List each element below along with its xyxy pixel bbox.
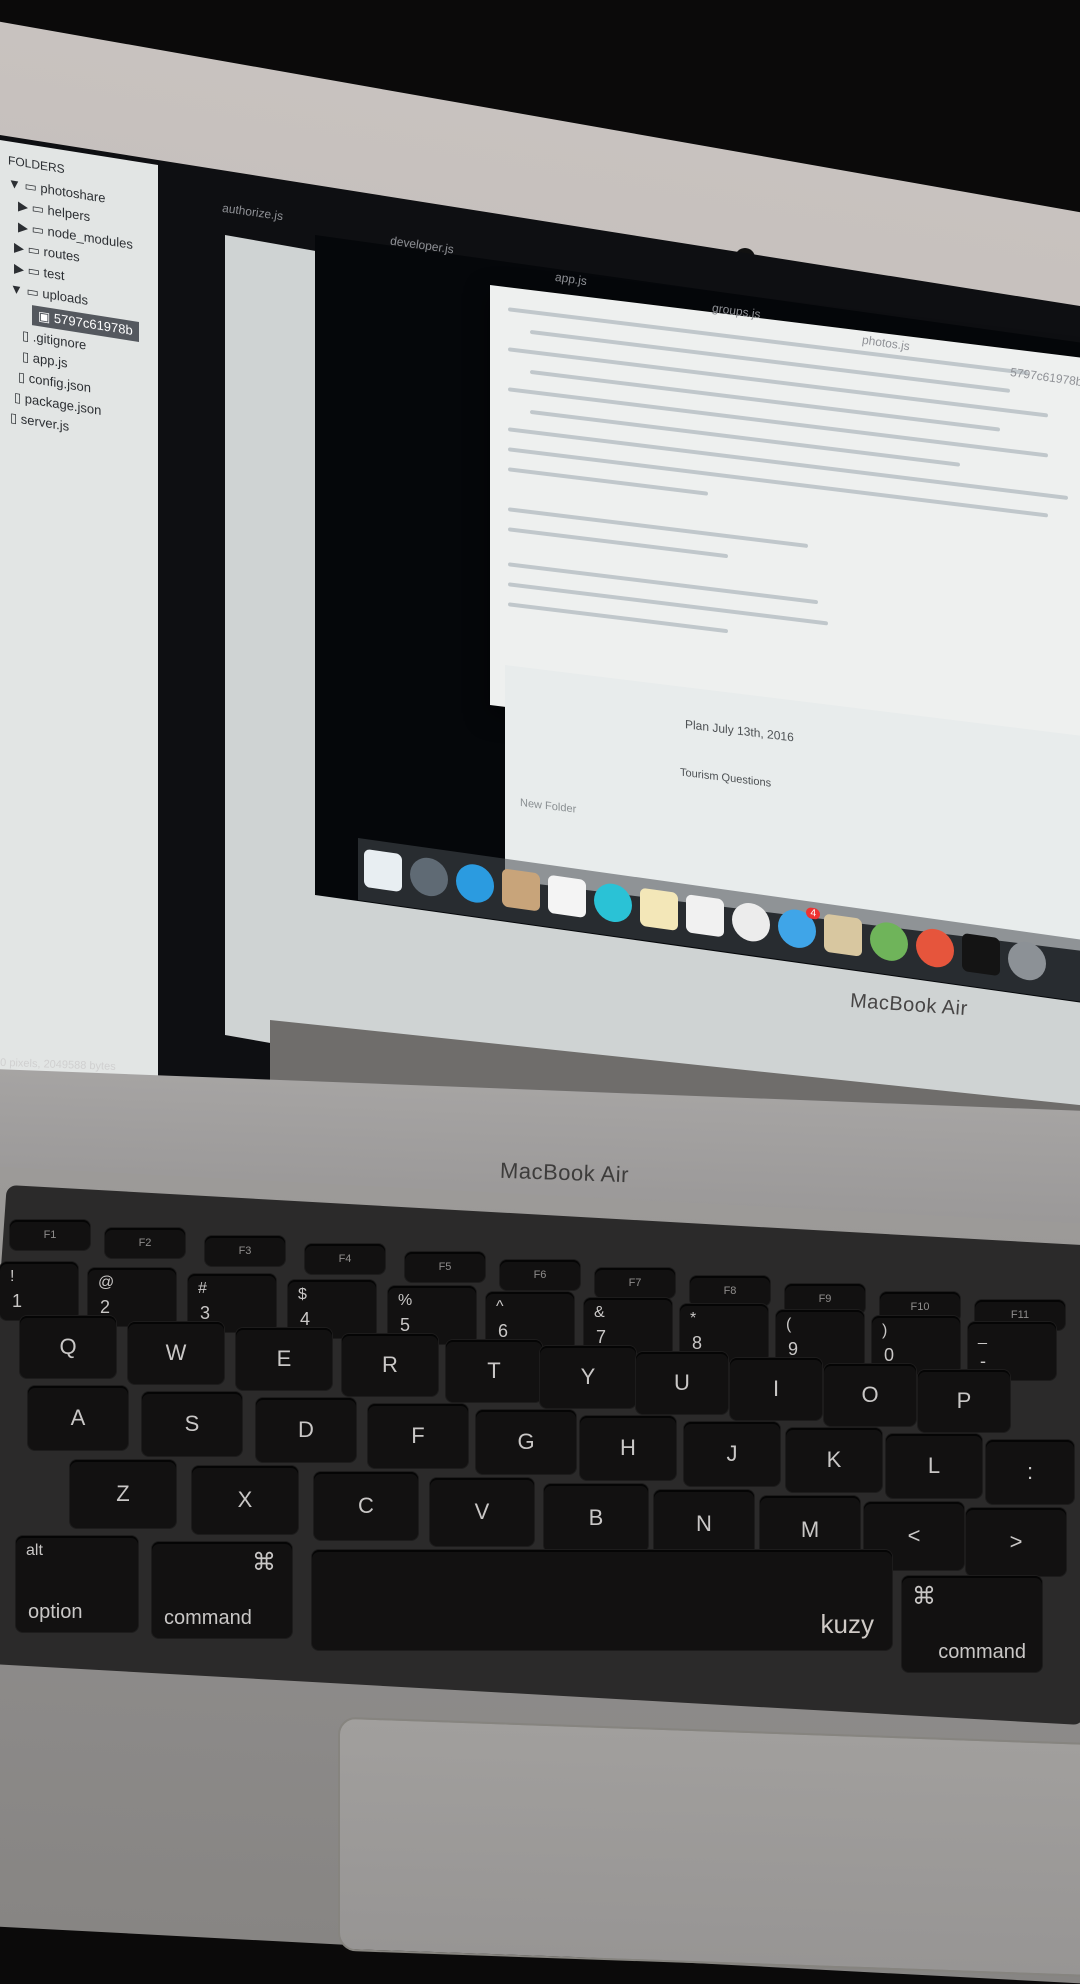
key-t[interactable]: T: [446, 1340, 542, 1402]
key-f5[interactable]: F5: [405, 1252, 485, 1282]
image-file-icon: ▣: [38, 308, 51, 325]
android-studio-icon[interactable]: [870, 919, 908, 964]
key-f6[interactable]: F6: [500, 1260, 580, 1290]
key-r[interactable]: R: [342, 1334, 438, 1396]
key-1[interactable]: ! 1: [0, 1262, 78, 1320]
key-z[interactable]: Z: [70, 1460, 176, 1528]
key-y[interactable]: Y: [540, 1346, 636, 1408]
safari-icon[interactable]: [456, 861, 494, 906]
calendar-icon[interactable]: [548, 874, 586, 919]
file-icon: ▯: [14, 389, 22, 406]
preview-icon[interactable]: [824, 913, 862, 957]
key-p[interactable]: P: [918, 1370, 1010, 1432]
key-f3[interactable]: F3: [205, 1236, 285, 1266]
launchpad-icon[interactable]: [410, 855, 448, 899]
tree-item-app-js[interactable]: ▯ app.js: [22, 348, 67, 371]
itunes-icon[interactable]: [732, 900, 770, 944]
key-n[interactable]: N: [654, 1490, 754, 1558]
key-h[interactable]: H: [580, 1416, 676, 1480]
key-period[interactable]: >: [966, 1508, 1066, 1576]
key-f8[interactable]: F8: [690, 1276, 770, 1306]
notification-badge: 4: [806, 907, 820, 920]
sidebar-title: FOLDERS: [8, 153, 65, 177]
folder-icon: ▭: [27, 262, 40, 280]
tree-item-test[interactable]: ▶ ▭ test: [14, 260, 65, 284]
robot-icon[interactable]: [916, 926, 954, 970]
contacts-icon[interactable]: [502, 868, 540, 912]
key-k[interactable]: K: [786, 1428, 882, 1492]
notes-heading: Tourism Questions: [680, 766, 772, 790]
key-command-left[interactable]: ⌘ command: [152, 1542, 292, 1638]
file-icon: ▯: [22, 348, 30, 365]
appstore-icon[interactable]: 4: [778, 907, 820, 951]
notes-icon[interactable]: [640, 887, 678, 931]
key-option[interactable]: alt option: [16, 1536, 138, 1632]
key-b[interactable]: B: [544, 1484, 648, 1552]
file-icon: ▯: [10, 409, 18, 426]
file-icon: ▯: [22, 327, 30, 344]
key-l[interactable]: L: [886, 1434, 982, 1498]
folder-sidebar: FOLDERS ▼ ▭ photoshare ▶ ▭ helpers ▶ ▭ n…: [0, 140, 158, 1106]
key-e[interactable]: E: [236, 1328, 332, 1390]
tree-item-server-js[interactable]: ▯ server.js: [10, 410, 69, 435]
key-v[interactable]: V: [430, 1478, 534, 1546]
trackpad[interactable]: [338, 1716, 1080, 1978]
terminal-icon[interactable]: [962, 932, 1000, 977]
tree-item-uploads[interactable]: ▼ ▭ uploads: [10, 281, 88, 309]
key-d[interactable]: D: [256, 1398, 356, 1462]
key-f[interactable]: F: [368, 1404, 468, 1468]
key-x[interactable]: X: [192, 1466, 298, 1534]
folder-icon: ▭: [24, 177, 37, 195]
key-j[interactable]: J: [684, 1422, 780, 1486]
key-command-right[interactable]: ⌘ command: [902, 1576, 1042, 1672]
key-u[interactable]: U: [636, 1352, 728, 1414]
key-space[interactable]: kuzy: [312, 1550, 892, 1650]
notes-title: Plan July 13th, 2016: [685, 717, 794, 745]
messages-icon[interactable]: [594, 881, 632, 925]
key-i[interactable]: I: [730, 1358, 822, 1420]
key-f2[interactable]: F2: [105, 1228, 185, 1258]
key-c[interactable]: C: [314, 1472, 418, 1540]
notes-new-folder[interactable]: New Folder: [520, 797, 576, 816]
key-w[interactable]: W: [128, 1322, 224, 1384]
folder-icon: ▭: [27, 241, 40, 259]
key-f1[interactable]: F1: [10, 1220, 90, 1250]
finder-icon[interactable]: [364, 848, 402, 893]
key-q[interactable]: Q: [20, 1316, 116, 1378]
key-s[interactable]: S: [142, 1392, 242, 1456]
key-o[interactable]: O: [824, 1364, 916, 1426]
key-f4[interactable]: F4: [305, 1244, 385, 1274]
key-semicolon[interactable]: :: [986, 1440, 1074, 1504]
system-preferences-icon[interactable]: [1008, 939, 1046, 983]
outer-brand-label: MacBook Air: [499, 1157, 630, 1188]
textedit-icon[interactable]: [686, 894, 724, 938]
folder-icon: ▭: [31, 200, 44, 217]
key-a[interactable]: A: [28, 1386, 128, 1450]
folder-icon: ▭: [31, 221, 44, 238]
key-g[interactable]: G: [476, 1410, 576, 1474]
key-f7[interactable]: F7: [595, 1268, 675, 1298]
file-icon: ▯: [18, 368, 26, 385]
folder-icon: ▭: [26, 283, 39, 301]
keyboard-cover-logo: kuzy: [820, 1609, 874, 1639]
